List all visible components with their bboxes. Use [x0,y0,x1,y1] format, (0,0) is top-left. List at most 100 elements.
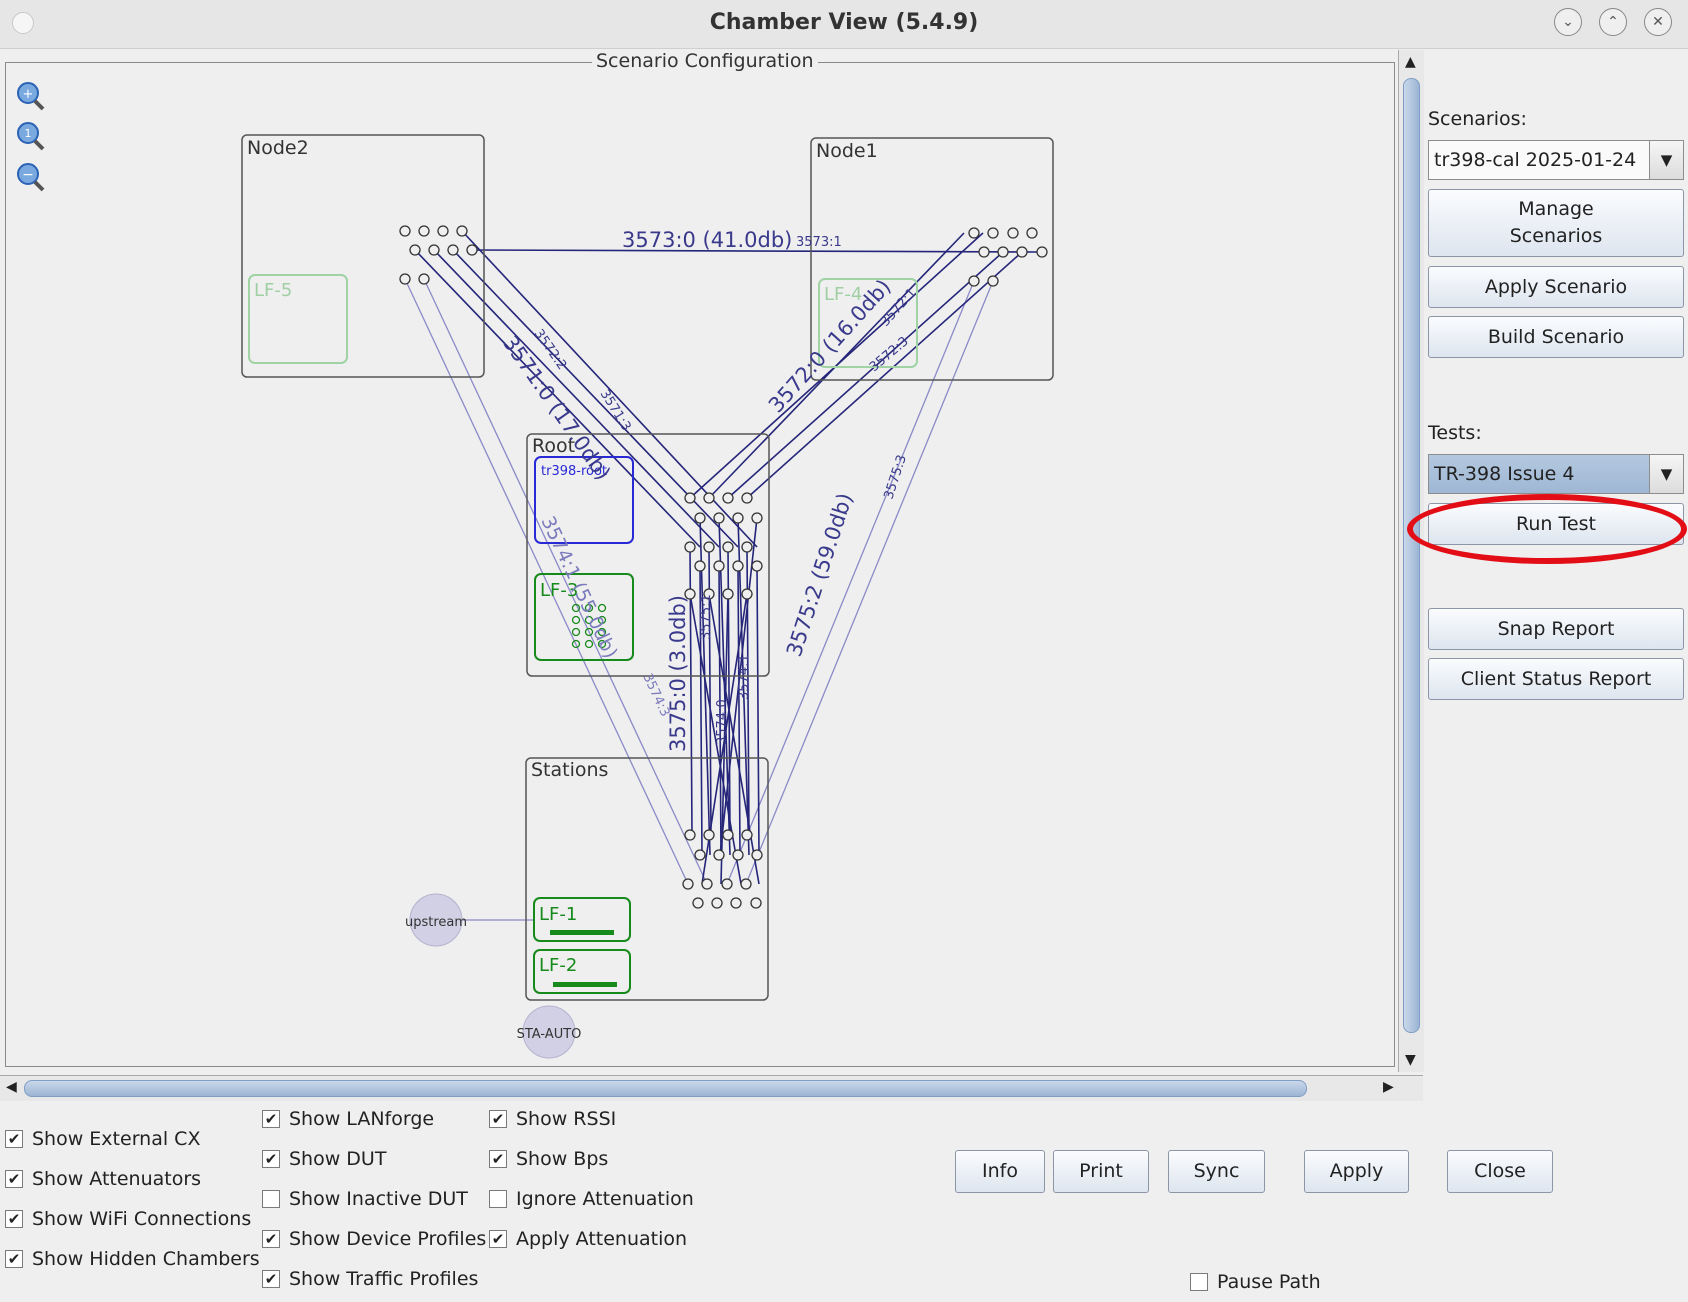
show-external-cx-checkbox[interactable]: ✔ Show External CX [5,1128,200,1150]
device-lf2-label: LF-2 [539,955,577,976]
link-label-2: 3573:1 [796,235,842,250]
chamber-stations-label: Stations [531,759,608,781]
build-scenario-button[interactable]: Build Scenario [1428,316,1684,358]
checkbox-box[interactable] [1190,1273,1208,1291]
maximize-icon[interactable]: ⌃ [1599,8,1627,36]
show-inactive-dut-checkbox[interactable]: Show Inactive DUT [262,1188,468,1210]
test-select-value: TR-398 Issue 4 [1434,463,1575,485]
show-rssi-checkbox[interactable]: ✔ Show RSSI [489,1108,616,1130]
lf2-port-bar [553,982,617,987]
horizontal-scrollbar[interactable]: ◀ ▶ [0,1075,1423,1101]
show-traffic-profiles-label: Show Traffic Profiles [289,1268,479,1290]
scroll-left-icon[interactable]: ◀ [6,1079,17,1095]
scenarios-label: Scenarios: [1428,108,1527,130]
checkbox-box[interactable]: ✔ [5,1210,23,1228]
scroll-right-icon[interactable]: ▶ [1383,1079,1394,1095]
upstream-label: upstream [405,915,467,930]
chamber-diagram[interactable]: + 1 − Node2 Node1 Root Stations LF-5 LF-… [0,0,1395,1070]
link-label-10: 3575:2 (59.0db) [782,490,857,659]
snap-report-button[interactable]: Snap Report [1428,608,1684,650]
show-bps-checkbox[interactable]: ✔ Show Bps [489,1148,608,1170]
checkbox-box[interactable]: ✔ [262,1150,280,1168]
checkbox-box[interactable] [489,1190,507,1208]
checkbox-box[interactable]: ✔ [262,1270,280,1288]
zoom-out-icon[interactable]: − [17,163,45,192]
svg-text:+: + [23,87,34,102]
svg-text:−: − [22,167,34,183]
checkbox-box[interactable]: ✔ [262,1230,280,1248]
device-lf5-label: LF-5 [254,280,292,301]
ignore-attenuation-checkbox[interactable]: Ignore Attenuation [489,1188,694,1210]
chamber-node1-label: Node1 [816,140,878,162]
apply-attenuation-checkbox[interactable]: ✔ Apply Attenuation [489,1228,687,1250]
checkbox-box[interactable]: ✔ [489,1110,507,1128]
show-hidden-chambers-label: Show Hidden Chambers [32,1248,260,1270]
apply-button[interactable]: Apply [1304,1150,1409,1193]
scenario-select[interactable]: tr398-cal 2025-01-24 ▼ [1428,140,1684,180]
pause-path-checkbox[interactable]: Pause Path [1190,1271,1321,1293]
checkbox-box[interactable] [262,1190,280,1208]
checkbox-box[interactable]: ✔ [489,1230,507,1248]
show-wifi-connections-checkbox[interactable]: ✔ Show WiFi Connections [5,1208,251,1230]
ignore-attenuation-label: Ignore Attenuation [516,1188,694,1210]
sta-auto-label: STA-AUTO [517,1027,582,1042]
show-rssi-label: Show RSSI [516,1108,617,1130]
vertical-scroll-thumb[interactable] [1403,78,1420,1033]
show-lanforge-label: Show LANforge [289,1108,435,1130]
test-select[interactable]: TR-398 Issue 4 ▼ [1428,454,1684,494]
horizontal-scroll-thumb[interactable] [24,1080,1307,1097]
link-label-8: 3572:3 [867,334,912,375]
zoom-in-icon[interactable]: + [17,82,45,111]
show-wifi-connections-label: Show WiFi Connections [32,1208,252,1230]
collapse-icon[interactable]: ⌄ [1554,8,1582,36]
link-label-1: 3573:0 (41.0db) [622,228,792,252]
chevron-down-icon[interactable]: ▼ [1649,455,1683,493]
checkbox-box[interactable]: ✔ [5,1130,23,1148]
manage-scenarios-line2: Scenarios [1509,225,1603,247]
show-dut-label: Show DUT [289,1148,387,1170]
link-labels: 3573:0 (41.0db) 3573:1 3572:2 3571:3 357… [498,228,920,752]
chamber-node2[interactable] [241,134,485,378]
chamber-node2-label: Node2 [247,137,309,159]
manage-scenarios-line1: Manage [1518,198,1594,220]
close-button[interactable]: Close [1447,1150,1553,1193]
scroll-down-icon[interactable]: ▼ [1405,1052,1416,1068]
show-lanforge-checkbox[interactable]: ✔ Show LANforge [262,1108,434,1130]
show-device-profiles-label: Show Device Profiles [289,1228,487,1250]
print-button[interactable]: Print [1053,1150,1149,1193]
link-label-14: 3575:1 [699,594,714,640]
show-bps-label: Show Bps [516,1148,609,1170]
run-test-button[interactable]: Run Test [1428,503,1684,545]
show-attenuators-label: Show Attenuators [32,1168,202,1190]
info-button[interactable]: Info [955,1150,1045,1193]
vertical-scrollbar[interactable]: ▲ ▼ [1398,50,1424,1072]
show-attenuators-checkbox[interactable]: ✔ Show Attenuators [5,1168,201,1190]
manage-scenarios-button[interactable]: Manage Scenarios [1428,189,1684,257]
tests-label: Tests: [1428,422,1482,444]
show-dut-checkbox[interactable]: ✔ Show DUT [262,1148,386,1170]
device-lf1-label: LF-1 [539,904,577,925]
link-label-12: 3575:0 (3.0db) [666,595,690,752]
link-label-15: 3574:0 [715,699,730,745]
svg-text:1: 1 [25,127,32,140]
link-label-16: 3574:1 [737,654,752,700]
show-inactive-dut-label: Show Inactive DUT [289,1188,468,1210]
scenario-select-value: tr398-cal 2025-01-24 [1434,149,1637,171]
client-status-report-button[interactable]: Client Status Report [1428,658,1684,700]
apply-scenario-button[interactable]: Apply Scenario [1428,266,1684,308]
show-traffic-profiles-checkbox[interactable]: ✔ Show Traffic Profiles [262,1268,478,1290]
checkbox-box[interactable]: ✔ [262,1110,280,1128]
zoom-reset-icon[interactable]: 1 [17,122,45,151]
scroll-up-icon[interactable]: ▲ [1405,54,1416,70]
sync-button[interactable]: Sync [1168,1150,1265,1193]
chevron-down-icon[interactable]: ▼ [1649,141,1683,179]
checkbox-box[interactable]: ✔ [5,1170,23,1188]
show-external-cx-label: Show External CX [32,1128,201,1150]
checkbox-box[interactable]: ✔ [489,1150,507,1168]
lf1-port-bar [550,930,614,935]
show-device-profiles-checkbox[interactable]: ✔ Show Device Profiles [262,1228,486,1250]
show-hidden-chambers-checkbox[interactable]: ✔ Show Hidden Chambers [5,1248,260,1270]
close-icon[interactable]: ✕ [1644,8,1672,36]
checkbox-box[interactable]: ✔ [5,1250,23,1268]
apply-attenuation-label: Apply Attenuation [516,1228,688,1250]
